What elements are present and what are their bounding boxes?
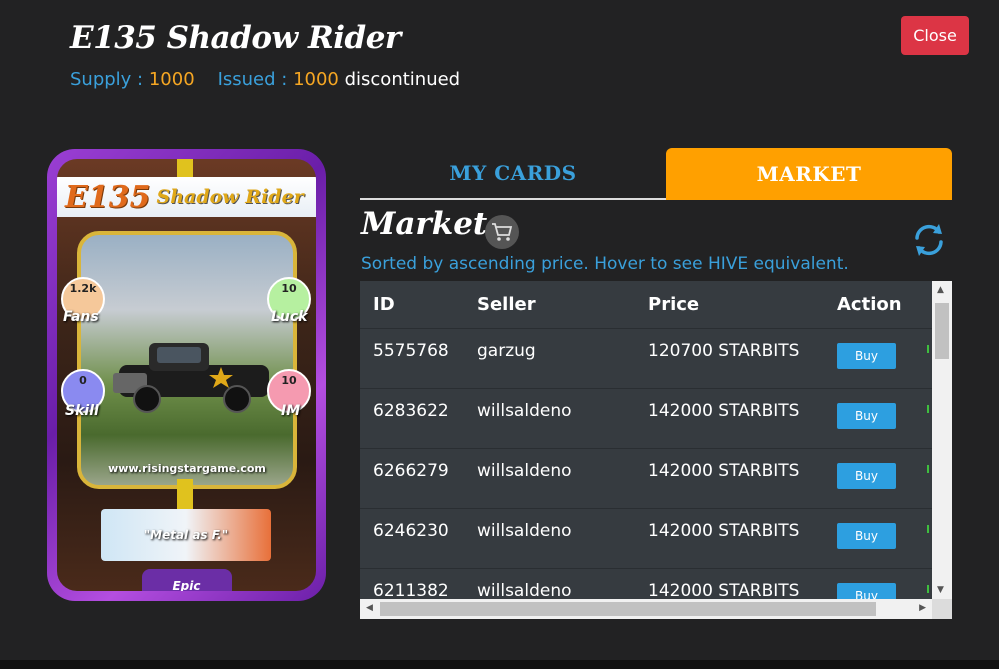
row-seller: willsaldeno bbox=[477, 521, 572, 541]
card-detail-modal: E135 Shadow Rider Supply : 1000 Issued :… bbox=[0, 0, 999, 660]
status-tick-icon bbox=[927, 405, 931, 413]
card-artwork: www.risingstargame.com bbox=[77, 231, 297, 489]
buy-button[interactable]: Buy bbox=[837, 403, 896, 429]
fans-value: 1.2k bbox=[69, 282, 97, 295]
tab-market[interactable]: MARKET bbox=[666, 148, 952, 200]
row-price: 142000 STARBITS bbox=[648, 461, 800, 481]
card-code: E135 bbox=[65, 179, 151, 215]
supply-label: Supply : bbox=[70, 69, 144, 90]
status-tick-icon bbox=[927, 345, 931, 353]
table-header: ID Seller Price Action bbox=[360, 281, 932, 329]
card-image: E135 Shadow Rider www.risingstargame.com… bbox=[47, 149, 326, 601]
status-tick-icon bbox=[927, 525, 931, 533]
market-heading: Market bbox=[361, 206, 488, 242]
row-price: 120700 STARBITS bbox=[648, 341, 800, 361]
refresh-icon[interactable] bbox=[909, 220, 949, 260]
luck-label: Luck bbox=[271, 309, 308, 325]
vertical-scroll-thumb[interactable] bbox=[935, 303, 949, 359]
row-id: 6246230 bbox=[373, 521, 449, 541]
sort-hint: Sorted by ascending price. Hover to see … bbox=[361, 254, 849, 274]
scroll-up-icon[interactable]: ▲ bbox=[937, 285, 944, 295]
status-tick-icon bbox=[927, 585, 931, 593]
supply-value: 1000 bbox=[148, 69, 195, 90]
column-header-price: Price bbox=[648, 294, 700, 315]
row-price: 142000 STARBITS bbox=[648, 401, 800, 421]
luck-value: 10 bbox=[281, 282, 297, 295]
row-seller: willsaldeno bbox=[477, 461, 572, 481]
table-row: 6266279 willsaldeno 142000 STARBITS Buy bbox=[360, 449, 932, 509]
fans-label: Fans bbox=[63, 309, 99, 325]
cart-icon bbox=[485, 215, 519, 249]
market-table: ID Seller Price Action 5575768 garzug 12… bbox=[360, 281, 952, 619]
card-title: E135 Shadow Rider bbox=[70, 20, 401, 56]
issued-value: 1000 bbox=[293, 69, 339, 90]
truck-illustration bbox=[113, 343, 269, 413]
card-quote: "Metal as F." bbox=[101, 509, 271, 561]
row-id: 5575768 bbox=[373, 341, 449, 361]
row-price: 142000 STARBITS bbox=[648, 581, 800, 601]
row-seller: garzug bbox=[477, 341, 536, 361]
skill-value: 0 bbox=[79, 374, 87, 387]
scrollbar-corner bbox=[932, 599, 952, 619]
issued-label: Issued : bbox=[217, 69, 288, 90]
tab-my-cards[interactable]: MY CARDS bbox=[360, 148, 666, 200]
website-text: www.risingstargame.com bbox=[108, 462, 266, 475]
skill-label: Skill bbox=[65, 403, 99, 419]
close-button[interactable]: Close bbox=[901, 16, 969, 55]
horizontal-scroll-thumb[interactable] bbox=[380, 602, 876, 616]
row-price: 142000 STARBITS bbox=[648, 521, 800, 541]
vertical-scrollbar[interactable]: ▲ ▼ bbox=[932, 281, 952, 599]
card-name-banner: E135 Shadow Rider bbox=[57, 177, 316, 217]
im-value: 10 bbox=[281, 374, 297, 387]
card-name: Shadow Rider bbox=[156, 186, 304, 208]
rarity-label: Epic bbox=[172, 579, 201, 591]
table-row: 6283622 willsaldeno 142000 STARBITS Buy bbox=[360, 389, 932, 449]
status-text: discontinued bbox=[344, 69, 461, 90]
row-id: 6266279 bbox=[373, 461, 449, 481]
horizontal-scrollbar[interactable]: ◀ ▶ bbox=[360, 599, 932, 619]
im-label: IM bbox=[281, 403, 301, 419]
buy-button[interactable]: Buy bbox=[837, 523, 896, 549]
row-id: 6283622 bbox=[373, 401, 449, 421]
row-seller: willsaldeno bbox=[477, 581, 572, 601]
column-header-action: Action bbox=[837, 294, 902, 315]
buy-button[interactable]: Buy bbox=[837, 463, 896, 489]
table-row: 6246230 willsaldeno 142000 STARBITS Buy bbox=[360, 509, 932, 569]
card-stripe-bottom bbox=[177, 479, 193, 509]
row-seller: willsaldeno bbox=[477, 401, 572, 421]
column-header-seller: Seller bbox=[477, 294, 536, 315]
table-row: 5575768 garzug 120700 STARBITS Buy bbox=[360, 329, 932, 389]
scroll-down-icon[interactable]: ▼ bbox=[937, 585, 944, 595]
row-id: 6211382 bbox=[373, 581, 449, 601]
buy-button[interactable]: Buy bbox=[837, 343, 896, 369]
card-frame: E135 Shadow Rider www.risingstargame.com… bbox=[57, 159, 316, 591]
column-header-id: ID bbox=[373, 294, 395, 315]
scroll-right-icon[interactable]: ▶ bbox=[919, 603, 926, 613]
supply-line: Supply : 1000 Issued : 1000 discontinued bbox=[70, 69, 460, 90]
status-tick-icon bbox=[927, 465, 931, 473]
scroll-left-icon[interactable]: ◀ bbox=[366, 603, 373, 613]
